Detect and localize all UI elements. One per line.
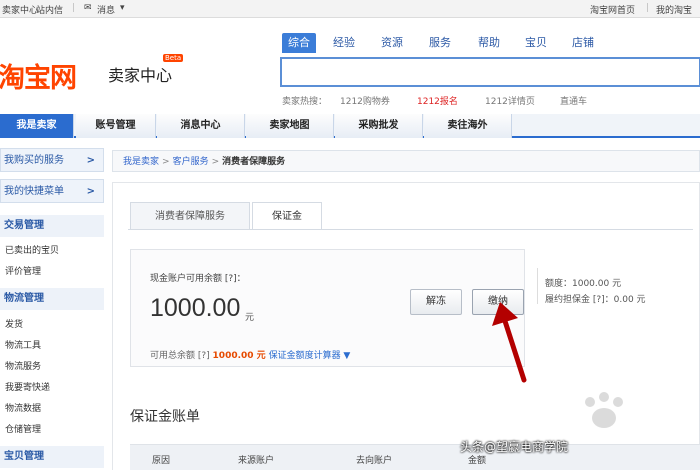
sidebar-section-logistics[interactable]: 物流管理	[0, 288, 104, 310]
deposit-ledger-title: 保证金账单	[130, 409, 200, 425]
available-balance-amount: 1000.00	[150, 294, 241, 322]
sidebar-section-items[interactable]: 宝贝管理	[0, 446, 104, 468]
annotation-arrow-icon	[492, 302, 527, 383]
mail-icon: ✉	[84, 3, 92, 13]
taobao-logo[interactable]: 淘宝网	[0, 56, 77, 95]
hot-search-label: 卖家热搜：	[282, 97, 328, 107]
topbar-divider: |	[646, 3, 650, 13]
nav-item-account[interactable]: 账号管理	[76, 114, 156, 138]
sidebar-item-warehouse[interactable]: 仓储管理	[5, 422, 41, 435]
nav-item-messages[interactable]: 消息中心	[157, 114, 245, 138]
nav-item-seller-map[interactable]: 卖家地图	[246, 114, 334, 138]
breadcrumb-link[interactable]: 客户服务	[173, 157, 209, 167]
topbar-messages[interactable]: 消息	[97, 3, 115, 16]
search-input[interactable]	[280, 57, 700, 87]
total-balance-line: 可用总余额 [?] 1000.00 元 保证金额度计算器 ▼	[150, 348, 350, 361]
search-tab-services[interactable]: 服务	[429, 33, 451, 53]
breadcrumb-link[interactable]: 我是卖家	[123, 157, 159, 167]
ledger-table-header: 原因 来源账户 去向账户 金额	[130, 444, 700, 470]
available-balance-label: 现金账户可用余额 [?]：	[150, 274, 246, 284]
sidebar-item-send-express[interactable]: 我要寄快递	[5, 380, 50, 393]
hot-word-link[interactable]: 直通车	[560, 94, 587, 107]
unfreeze-button[interactable]: 解冻	[410, 289, 462, 315]
sidebar-header-quick-menu[interactable]: 我的快捷菜单 >	[0, 179, 104, 203]
column-header-source-account: 来源账户	[238, 456, 275, 466]
logo-subtitle: 卖家中心	[108, 66, 173, 85]
search-tab-items[interactable]: 宝贝	[525, 33, 547, 53]
sidebar-item-logistics-service[interactable]: 物流服务	[5, 359, 41, 372]
search-tab-resources[interactable]: 资源	[381, 33, 403, 53]
hot-word-link[interactable]: 1212购物券	[340, 94, 390, 107]
beta-badge: Beta	[163, 54, 184, 62]
nav-item-i-am-seller[interactable]: 我是卖家	[0, 114, 74, 138]
column-header-reason: 原因	[152, 456, 171, 466]
guarantee-deposit-line: 履约担保金 [?]：0.00 元	[545, 295, 646, 305]
topbar-divider: |	[72, 3, 76, 13]
breadcrumb-separator: >	[211, 157, 220, 167]
main-nav: 我是卖家 账号管理 消息中心 卖家地图 采购批发 卖往海外	[0, 114, 700, 138]
sidebar-item-reviews[interactable]: 评价管理	[5, 264, 41, 277]
column-header-target-account: 去向账户	[356, 456, 393, 466]
search-tab-shops[interactable]: 店铺	[572, 33, 594, 53]
topbar-link-seller-center[interactable]: 卖家中心	[2, 3, 38, 16]
sidebar-item-ship[interactable]: 发货	[5, 317, 23, 330]
topbar-link-taobao-home[interactable]: 淘宝网首页	[590, 3, 635, 16]
chevron-down-icon: ▾	[120, 3, 125, 13]
sidebar-item-logistics-data[interactable]: 物流数据	[5, 401, 41, 414]
nav-item-overseas[interactable]: 卖往海外	[424, 114, 512, 138]
sidebar-header-purchased-services[interactable]: 我购买的服务 >	[0, 148, 104, 172]
tab-deposit[interactable]: 保证金	[252, 202, 322, 230]
nav-item-wholesale[interactable]: 采购批发	[335, 114, 423, 138]
deposit-calculator-link[interactable]: 保证金额度计算器 ▼	[269, 351, 351, 361]
quota-line: 额度：1000.00 元	[545, 279, 622, 289]
breadcrumb-separator: >	[162, 157, 170, 167]
search-tab-experience[interactable]: 经验	[333, 33, 355, 53]
paw-watermark-icon	[585, 392, 623, 428]
tab-consumer-protection[interactable]: 消费者保障服务	[130, 202, 250, 230]
topbar-link-inbox[interactable]: 站内信	[36, 3, 63, 16]
total-balance-label: 可用总余额 [?]	[150, 351, 210, 361]
sidebar-header-label: 我购买的服务	[4, 155, 64, 166]
chevron-right-icon: >	[86, 155, 95, 166]
hot-word-link[interactable]: 1212详情页	[485, 94, 535, 107]
tab-divider	[128, 229, 693, 230]
sidebar: 我购买的服务 > 我的快捷菜单 > 交易管理 已卖出的宝贝 评价管理 物流管理 …	[0, 143, 104, 470]
top-bar: 卖家中心 站内信 | ✉ 消息 ▾ 淘宝网首页 | 我的淘宝	[0, 0, 700, 18]
chevron-right-icon: >	[86, 186, 95, 197]
search-tab-help[interactable]: 帮助	[478, 33, 500, 53]
watermark-text: 头条@望赢电商学院	[460, 440, 569, 454]
breadcrumb: 我是卖家 > 客户服务 > 消费者保障服务	[112, 150, 700, 172]
total-balance-amount: 1000.00 元	[212, 351, 266, 361]
sidebar-item-sold-items[interactable]: 已卖出的宝贝	[5, 243, 59, 256]
balance-unit: 元	[245, 313, 255, 323]
sidebar-header-label: 我的快捷菜单	[4, 186, 64, 197]
hot-word-link[interactable]: 1212报名	[417, 94, 458, 107]
sidebar-section-trade[interactable]: 交易管理	[0, 215, 104, 237]
search-tab-all[interactable]: 综合	[282, 33, 316, 53]
breadcrumb-current: 消费者保障服务	[222, 157, 286, 167]
sidebar-item-logistics-tools[interactable]: 物流工具	[5, 338, 41, 351]
topbar-link-my-taobao[interactable]: 我的淘宝	[656, 3, 692, 16]
